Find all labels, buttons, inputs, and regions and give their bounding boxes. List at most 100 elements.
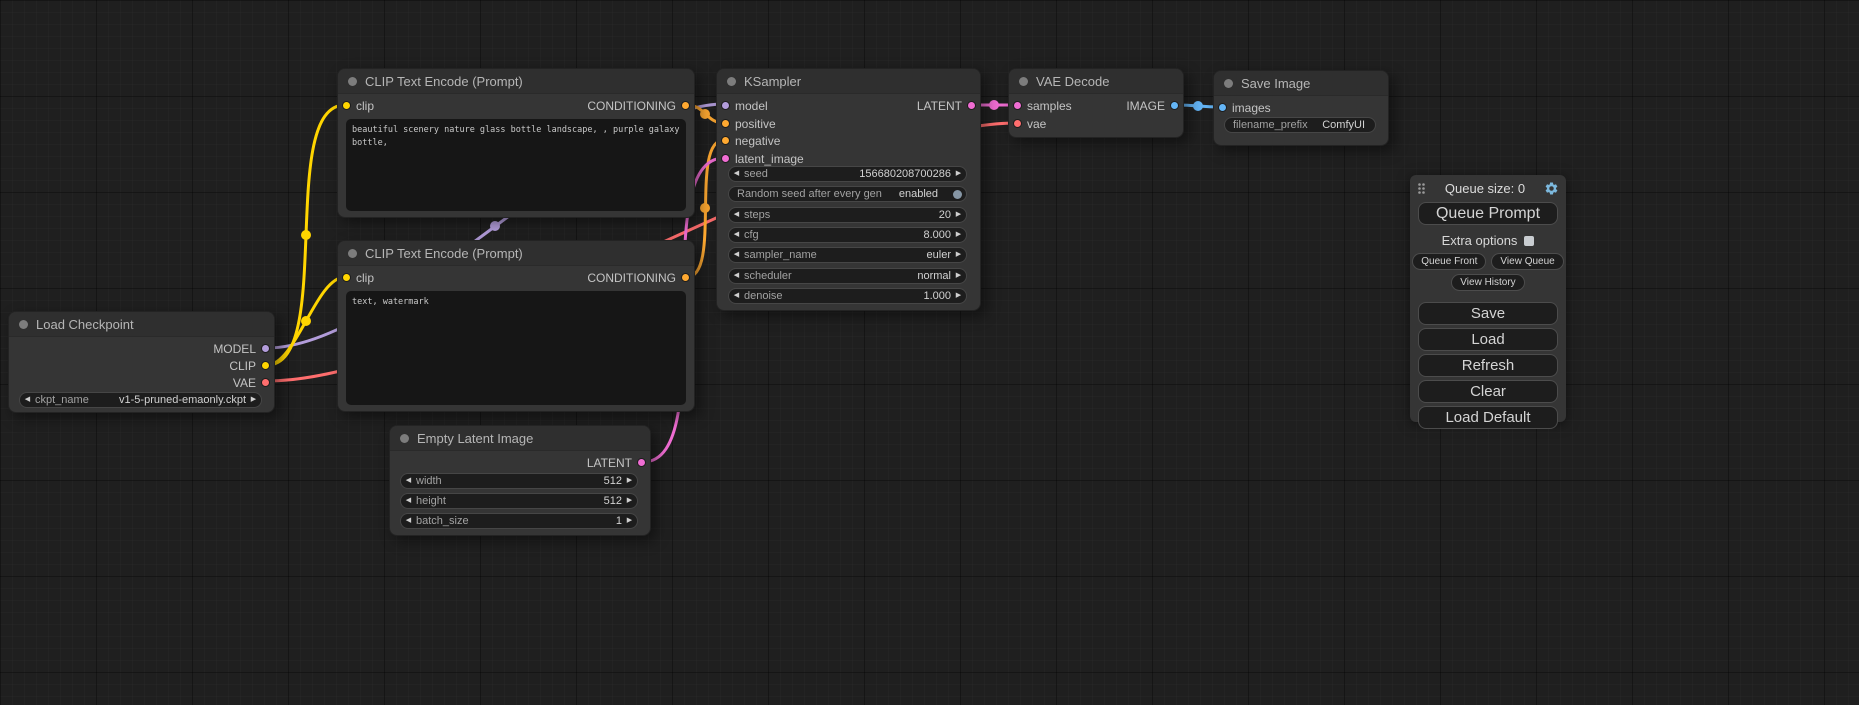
collapse-dot-icon[interactable] [1019,77,1028,86]
decrement-arrow-icon[interactable]: ◀ [401,494,416,508]
toggle-dot-icon[interactable] [953,190,962,199]
decrement-arrow-icon[interactable]: ◀ [729,228,744,242]
node-title: KSampler [744,74,801,89]
increment-arrow-icon[interactable]: ▶ [622,514,637,528]
decrement-arrow-icon[interactable]: ◀ [20,393,35,407]
wire-midpoint-dot [989,100,999,110]
node-title-bar[interactable]: KSampler [717,69,980,94]
input-slot-positive: positive [717,115,980,132]
node-title-bar[interactable]: CLIP Text Encode (Prompt) [338,241,694,266]
drag-handle-icon[interactable] [1417,182,1426,195]
queue-menu-panel: Queue size: 0 Queue Prompt Extra options… [1410,175,1566,422]
latent-port[interactable] [967,101,976,110]
increment-arrow-icon[interactable]: ▶ [951,269,966,283]
load-button[interactable]: Load [1418,328,1558,351]
node-title-bar[interactable]: Load Checkpoint [9,312,274,337]
decrement-arrow-icon[interactable]: ◀ [729,248,744,262]
save-button[interactable]: Save [1418,302,1558,325]
conditioning-port[interactable] [681,101,690,110]
prompt-textarea[interactable]: beautiful scenery nature glass bottle la… [346,119,686,211]
node-title-bar[interactable]: CLIP Text Encode (Prompt) [338,69,694,94]
latent-port[interactable] [721,154,730,163]
prompt-textarea[interactable]: text, watermark [346,291,686,405]
model-port[interactable] [261,344,270,353]
output-slot-latent: LATENT [717,97,980,114]
input-slot-negative: negative [717,132,980,149]
menu-header: Queue size: 0 [1410,175,1566,201]
node-title: Empty Latent Image [417,431,533,446]
image-port[interactable] [1170,101,1179,110]
collapse-dot-icon[interactable] [727,77,736,86]
collapse-dot-icon[interactable] [1224,79,1233,88]
node-empty-latent-image[interactable]: Empty Latent Image LATENT ◀ width 512 ▶ … [389,425,651,536]
decrement-arrow-icon[interactable]: ◀ [729,208,744,222]
view-history-button[interactable]: View History [1451,274,1524,291]
output-slot-model: MODEL [9,340,274,357]
increment-arrow-icon[interactable]: ▶ [622,474,637,488]
collapse-dot-icon[interactable] [400,434,409,443]
node-title: Load Checkpoint [36,317,134,332]
decrement-arrow-icon[interactable]: ◀ [401,474,416,488]
refresh-button[interactable]: Refresh [1418,354,1558,377]
view-queue-button[interactable]: View Queue [1491,253,1563,270]
increment-arrow-icon[interactable]: ▶ [622,494,637,508]
seed-widget[interactable]: ◀ seed 156680208700286 ▶ [728,166,967,182]
collapse-dot-icon[interactable] [348,249,357,258]
ckpt-name-widget[interactable]: ◀ ckpt_name v1-5-pruned-emaonly.ckpt ▶ [19,392,262,408]
queue-size-label: Queue size: 0 [1426,181,1544,196]
increment-arrow-icon[interactable]: ▶ [246,393,261,407]
image-port[interactable] [1218,103,1227,112]
decrement-arrow-icon[interactable]: ◀ [729,269,744,283]
load-default-button[interactable]: Load Default [1418,406,1558,429]
height-widget[interactable]: ◀ height 512 ▶ [400,493,638,509]
node-ksampler[interactable]: KSampler model LATENT positive negative … [716,68,981,311]
width-widget[interactable]: ◀ width 512 ▶ [400,473,638,489]
wire-midpoint-dot [1193,101,1203,111]
cfg-widget[interactable]: ◀ cfg 8.000 ▶ [728,227,967,243]
node-title: CLIP Text Encode (Prompt) [365,74,523,89]
conditioning-port[interactable] [721,136,730,145]
input-slot-vae: vae [1009,115,1183,132]
latent-port[interactable] [637,458,646,467]
batch-size-widget[interactable]: ◀ batch_size 1 ▶ [400,513,638,529]
clear-button[interactable]: Clear [1418,380,1558,403]
wire-midpoint-dot [490,221,500,231]
node-vae-decode[interactable]: VAE Decode samples IMAGE vae [1008,68,1184,138]
collapse-dot-icon[interactable] [348,77,357,86]
output-slot-vae: VAE [9,374,274,391]
extra-options-label: Extra options [1442,233,1518,248]
decrement-arrow-icon[interactable]: ◀ [729,167,744,181]
settings-gear-icon[interactable] [1544,181,1559,196]
node-save-image[interactable]: Save Image images filename_prefix ComfyU… [1213,70,1389,146]
node-title-bar[interactable]: Empty Latent Image [390,426,650,451]
conditioning-port[interactable] [721,119,730,128]
node-clip-text-encode-negative[interactable]: CLIP Text Encode (Prompt) clip CONDITION… [337,240,695,412]
queue-front-button[interactable]: Queue Front [1412,253,1486,270]
scheduler-widget[interactable]: ◀ scheduler normal ▶ [728,268,967,284]
node-title-bar[interactable]: Save Image [1214,71,1388,96]
vae-port[interactable] [261,378,270,387]
node-load-checkpoint[interactable]: Load Checkpoint MODEL CLIP VAE ◀ ckpt_na… [8,311,275,413]
conditioning-port[interactable] [681,273,690,282]
denoise-widget[interactable]: ◀ denoise 1.000 ▶ [728,288,967,304]
increment-arrow-icon[interactable]: ▶ [951,208,966,222]
clip-port[interactable] [261,361,270,370]
filename-prefix-widget[interactable]: filename_prefix ComfyUI [1224,117,1376,133]
decrement-arrow-icon[interactable]: ◀ [729,289,744,303]
random-seed-toggle-widget[interactable]: Random seed after every gen enabled [728,186,967,202]
vae-port[interactable] [1013,119,1022,128]
node-clip-text-encode-positive[interactable]: CLIP Text Encode (Prompt) clip CONDITION… [337,68,695,218]
decrement-arrow-icon[interactable]: ◀ [401,514,416,528]
collapse-dot-icon[interactable] [19,320,28,329]
node-graph-canvas[interactable]: Load Checkpoint MODEL CLIP VAE ◀ ckpt_na… [0,0,1859,705]
node-title-bar[interactable]: VAE Decode [1009,69,1183,94]
increment-arrow-icon[interactable]: ▶ [951,228,966,242]
increment-arrow-icon[interactable]: ▶ [951,167,966,181]
queue-prompt-button[interactable]: Queue Prompt [1418,202,1558,225]
increment-arrow-icon[interactable]: ▶ [951,248,966,262]
extra-options-checkbox[interactable] [1524,236,1534,246]
sampler-name-widget[interactable]: ◀ sampler_name euler ▶ [728,247,967,263]
increment-arrow-icon[interactable]: ▶ [951,289,966,303]
wire-midpoint-dot [301,230,311,240]
steps-widget[interactable]: ◀ steps 20 ▶ [728,207,967,223]
